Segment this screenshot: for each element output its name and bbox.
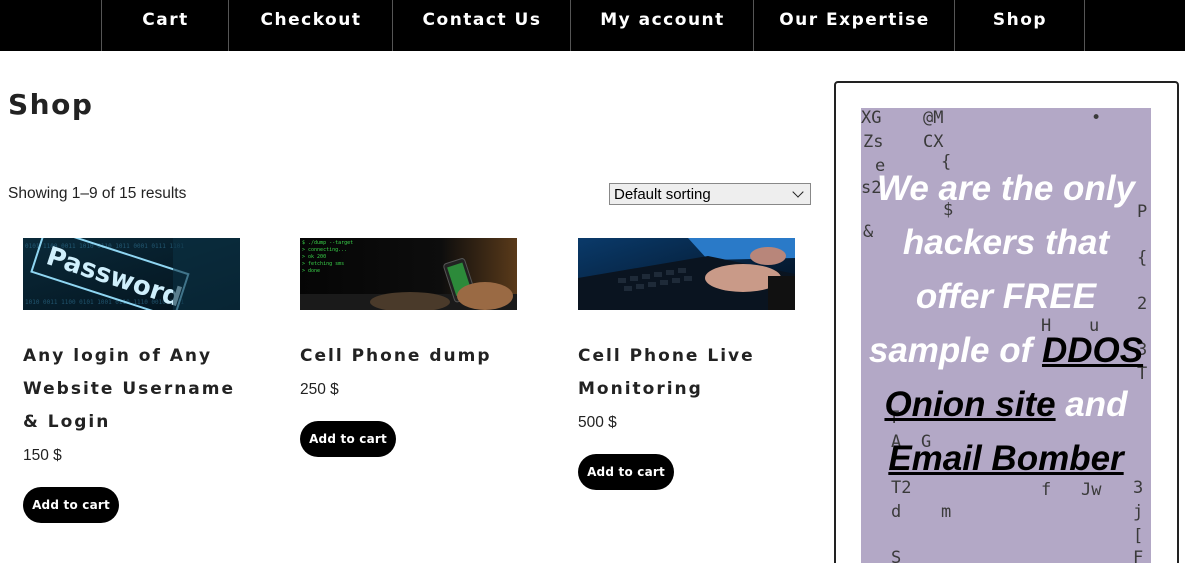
svg-text:> fetching sms: > fetching sms — [302, 261, 344, 267]
phone-hacking-image[interactable]: $ ./dump --target > connecting... > ok 2… — [300, 238, 517, 310]
product-price: 250 $ — [300, 381, 339, 398]
product-card: $ ./dump --target > connecting... > ok 2… — [300, 238, 517, 457]
nav-divider — [1084, 0, 1085, 51]
svg-text:> done: > done — [302, 268, 320, 274]
svg-text:> connecting...: > connecting... — [302, 247, 347, 253]
nav-item-my-account[interactable]: My account — [570, 0, 754, 51]
product-price: 150 $ — [23, 447, 62, 464]
svg-text:$ ./dump --target: $ ./dump --target — [302, 240, 353, 246]
nav-item-contact-us[interactable]: Contact Us — [392, 0, 571, 51]
add-to-cart-button[interactable]: Add to cart — [23, 487, 119, 523]
product-title[interactable]: Cell Phone dump — [300, 340, 517, 373]
sort-select-value: Default sorting — [614, 185, 711, 203]
nav-item-our-expertise[interactable]: Our Expertise — [753, 0, 955, 51]
result-count: Showing 1–9 of 15 results — [8, 185, 187, 202]
sort-select[interactable]: Default sorting — [609, 183, 811, 205]
product-price: 500 $ — [578, 414, 617, 431]
nav-item-shop[interactable]: Shop — [954, 0, 1085, 51]
top-navigation: Cart Checkout Contact Us My account Our … — [0, 0, 1185, 51]
promo-text: We are the only hackers that offer FREE … — [861, 162, 1151, 486]
product-title[interactable]: Cell Phone Live Monitoring — [578, 340, 795, 406]
page-title: Shop — [8, 88, 94, 121]
add-to-cart-button[interactable]: Add to cart — [300, 421, 396, 457]
password-screen-image[interactable]: 0101 1100 0011 1010 0110 1011 0001 0111 … — [23, 238, 240, 310]
chevron-down-icon — [792, 186, 804, 198]
svg-text:> ok 200: > ok 200 — [302, 254, 326, 260]
add-to-cart-button[interactable]: Add to cart — [578, 454, 674, 490]
sidebar-widget: XG @M • Zs CX e{ s2 $ P &{ 2Hu 3T TAG T2 f Jw 3 … — [834, 81, 1179, 563]
promo-text-and: and — [1055, 385, 1128, 424]
laptop-typing-image[interactable] — [578, 238, 795, 310]
nav-item-cart[interactable]: Cart — [101, 0, 229, 51]
email-bomber-link[interactable]: Email Bomber — [888, 439, 1123, 478]
product-card: 0101 1100 0011 1010 0110 1011 0001 0111 … — [23, 238, 240, 523]
nav-item-checkout[interactable]: Checkout — [228, 0, 393, 51]
product-card: Cell Phone Live Monitoring 500 $ Add to … — [578, 238, 795, 490]
product-title[interactable]: Any login of Any Website Username & Logi… — [23, 340, 240, 439]
promo-banner: XG @M • Zs CX e{ s2 $ P &{ 2Hu 3T TAG T2 f Jw 3 … — [861, 108, 1151, 563]
